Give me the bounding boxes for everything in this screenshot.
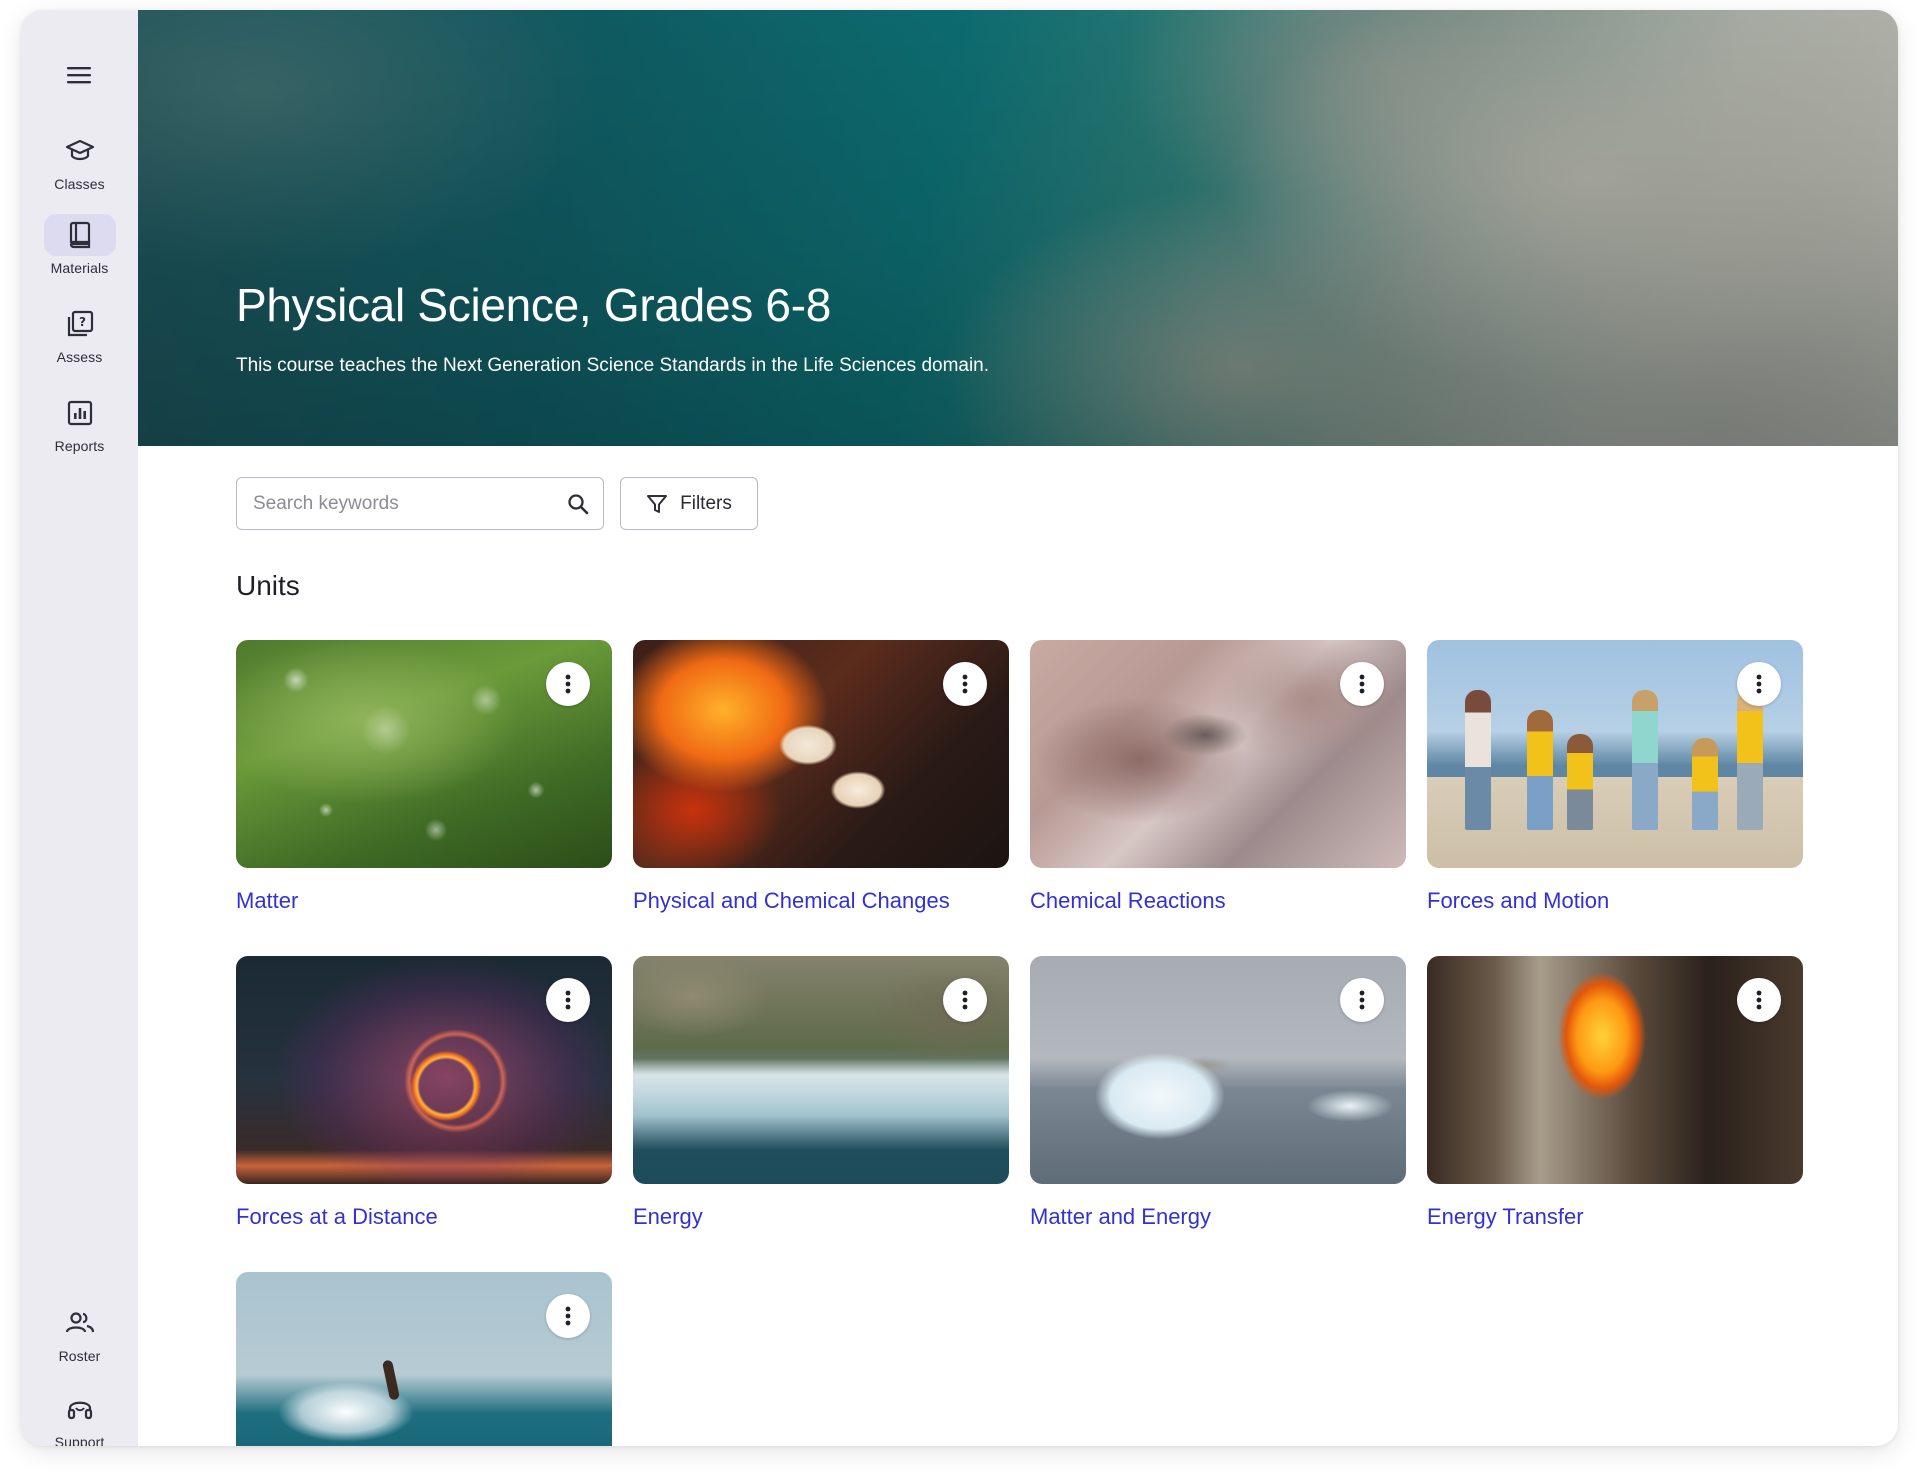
units-heading: Units xyxy=(236,570,300,601)
more-vertical-icon[interactable] xyxy=(943,978,987,1022)
filters-button[interactable]: Filters xyxy=(620,477,758,530)
unit-title-link[interactable]: Matter and Energy xyxy=(1030,1204,1406,1230)
unit-card: Chemical Reactions xyxy=(1030,640,1406,914)
sidebar-item-label: Materials xyxy=(50,260,109,276)
unit-thumbnail[interactable] xyxy=(1427,956,1803,1184)
sidebar-item-assess[interactable]: ? Assess xyxy=(21,303,138,383)
unit-card: Forces and Motion xyxy=(1427,640,1803,914)
unit-title-link[interactable]: Forces and Motion xyxy=(1427,888,1803,914)
unit-title-link[interactable]: Energy Transfer xyxy=(1427,1204,1803,1230)
course-hero-banner: Physical Science, Grades 6-8 This course… xyxy=(138,10,1898,446)
filter-funnel-icon xyxy=(646,493,668,515)
unit-thumbnail[interactable] xyxy=(1427,640,1803,868)
question-book-icon: ? xyxy=(44,303,116,345)
sidebar-item-support[interactable]: Support xyxy=(21,1388,138,1446)
unit-thumbnail[interactable] xyxy=(236,956,612,1184)
unit-title-link[interactable]: Physical and Chemical Changes xyxy=(633,888,1009,914)
unit-title-link[interactable]: Chemical Reactions xyxy=(1030,888,1406,914)
sidebar-item-roster[interactable]: Roster xyxy=(21,1302,138,1382)
sidebar-item-classes[interactable]: Classes xyxy=(21,130,138,210)
headset-icon xyxy=(44,1388,116,1430)
search-box xyxy=(236,477,604,530)
sidebar-item-label: Support xyxy=(54,1434,105,1446)
search-input[interactable] xyxy=(251,491,567,516)
hamburger-menu-icon[interactable] xyxy=(58,54,100,96)
more-vertical-icon[interactable] xyxy=(546,662,590,706)
unit-title-link[interactable]: Forces at a Distance xyxy=(236,1204,612,1230)
unit-thumbnail[interactable] xyxy=(633,956,1009,1184)
unit-thumbnail[interactable] xyxy=(236,1272,612,1446)
book-icon xyxy=(43,214,116,256)
page-title: Physical Science, Grades 6-8 xyxy=(236,279,831,331)
sidebar-item-label: Reports xyxy=(54,438,105,454)
search-icon[interactable] xyxy=(567,493,589,515)
unit-card: Energy xyxy=(633,956,1009,1230)
course-description: This course teaches the Next Generation … xyxy=(236,355,990,376)
filters-label: Filters xyxy=(680,492,732,514)
unit-card: Physical and Chemical Changes xyxy=(633,640,1009,914)
unit-card: Energy Transfer xyxy=(1427,956,1803,1230)
sidebar-item-label: Assess xyxy=(56,349,103,365)
sidebar: Classes Materials ? Assess Reports Roste… xyxy=(21,10,138,1446)
unit-card: Matter xyxy=(236,640,612,914)
unit-card: Matter and Energy xyxy=(1030,956,1406,1230)
unit-thumbnail[interactable] xyxy=(236,640,612,868)
unit-thumbnail[interactable] xyxy=(1030,956,1406,1184)
unit-title-link[interactable]: Matter xyxy=(236,888,612,914)
tug-of-war-illustration xyxy=(1457,680,1777,830)
more-vertical-icon[interactable] xyxy=(1737,978,1781,1022)
sidebar-item-label: Classes xyxy=(54,176,105,192)
more-vertical-icon[interactable] xyxy=(546,1294,590,1338)
bar-chart-icon xyxy=(44,392,116,434)
more-vertical-icon[interactable] xyxy=(546,978,590,1022)
svg-text:?: ? xyxy=(79,315,86,329)
unit-card xyxy=(236,1272,612,1446)
graduation-cap-icon xyxy=(44,130,116,172)
unit-thumbnail[interactable] xyxy=(633,640,1009,868)
sidebar-item-reports[interactable]: Reports xyxy=(21,392,138,472)
more-vertical-icon[interactable] xyxy=(943,662,987,706)
unit-thumbnail[interactable] xyxy=(1030,640,1406,868)
unit-card: Forces at a Distance xyxy=(236,956,612,1230)
surfer-figure xyxy=(381,1359,401,1401)
more-vertical-icon[interactable] xyxy=(1737,662,1781,706)
unit-title-link[interactable]: Energy xyxy=(633,1204,1009,1230)
people-icon xyxy=(44,1302,116,1344)
sidebar-item-label: Roster xyxy=(58,1348,101,1364)
app-window: Classes Materials ? Assess Reports Roste… xyxy=(21,10,1898,1446)
more-vertical-icon[interactable] xyxy=(1340,978,1384,1022)
sidebar-item-materials[interactable]: Materials xyxy=(21,214,138,294)
more-vertical-icon[interactable] xyxy=(1340,662,1384,706)
